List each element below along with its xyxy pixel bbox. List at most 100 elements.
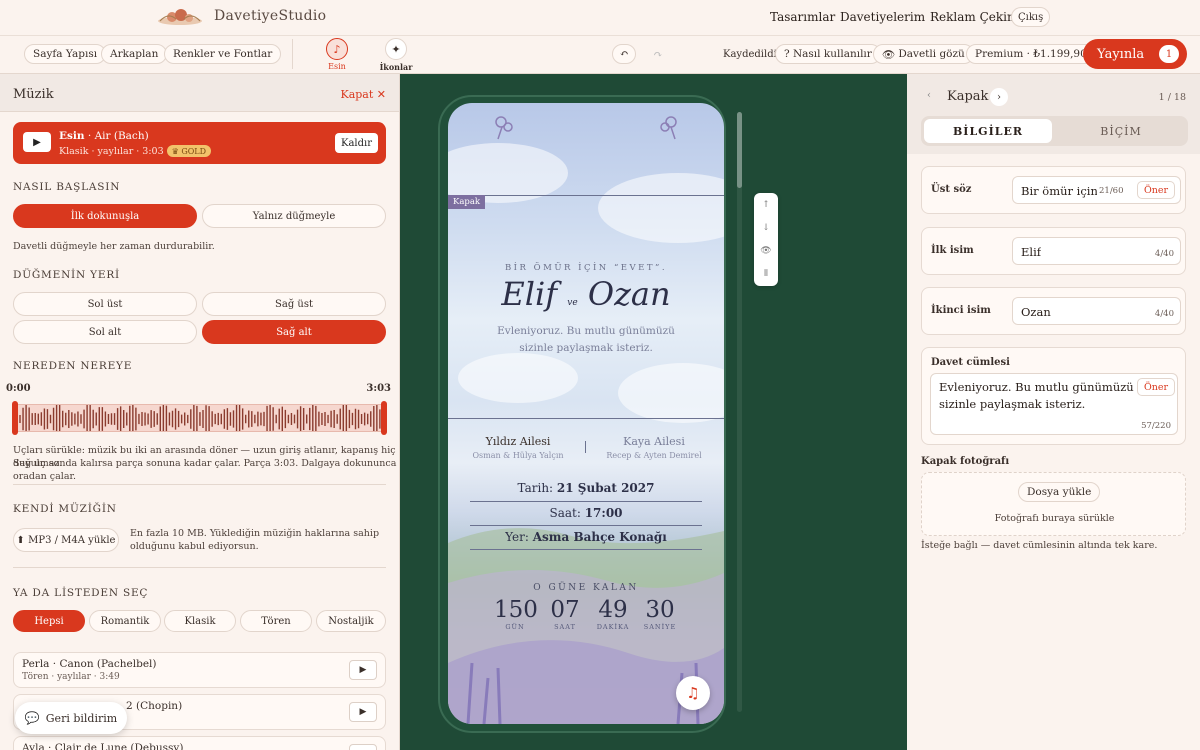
colors-fonts-button[interactable]: Renkler ve Fontlar — [164, 44, 282, 64]
first-name-input[interactable]: Elif 4/40 — [1012, 237, 1181, 265]
drag-handle-icon[interactable]: ⦀ — [754, 262, 778, 285]
countdown-minutes: 49 DAKİKA — [596, 597, 630, 631]
feedback-label: Geri bildirim — [45, 711, 118, 725]
filter-nostalgic-chip[interactable]: Nostaljik — [316, 610, 386, 632]
preview-scrollbar[interactable] — [737, 112, 742, 712]
dropzone-hint: Fotoğrafı buraya sürükle — [994, 513, 1115, 524]
guest-view-label: Davetli gözü — [898, 48, 965, 60]
esin-tool[interactable]: ♪ Esin — [320, 38, 354, 71]
tab-info[interactable]: BİLGİLER — [924, 119, 1052, 143]
scrollbar-thumb[interactable] — [737, 112, 742, 188]
icons-label: İkonlar — [379, 62, 413, 72]
publish-button[interactable]: Yayınla 1 — [1083, 39, 1187, 69]
play-icon[interactable]: ▶ — [23, 132, 51, 152]
countdown-title: O GÜNE KALAN — [533, 583, 639, 593]
chevron-left-icon[interactable]: ‹ — [927, 90, 931, 101]
filter-romantic-chip[interactable]: Romantik — [89, 610, 161, 632]
hills-icon — [448, 528, 724, 724]
upload-file-button[interactable]: Dosya yükle — [1018, 482, 1101, 502]
top-bar: DavetiyeStudio Tasarımlar Davetiyelerim … — [0, 0, 1200, 36]
list-item[interactable]: Perla · Canon (Pachelbel) Tören · yaylıl… — [13, 652, 386, 688]
photo-note: İsteğe bağlı — davet cümlesinin altında … — [921, 540, 1158, 551]
section-tools: ↑ ↓ 👁 ⦀ — [754, 193, 778, 286]
logout-button[interactable]: Çıkış — [1011, 7, 1051, 27]
sparkle-icon: ✦ — [385, 38, 407, 60]
icons-tool[interactable]: ✦ İkonlar — [379, 38, 413, 72]
premium-button[interactable]: Premium · ₺1.199,90 — [966, 44, 1096, 64]
start-first-touch-option[interactable]: İlk dokunuşla — [13, 204, 197, 228]
play-icon[interactable]: ▶ — [349, 702, 377, 722]
floral-logo-icon — [158, 9, 202, 25]
crown-icon: ♛ — [171, 146, 179, 156]
countdown-seconds: 30 SANİYE — [643, 597, 677, 631]
filter-classic-chip[interactable]: Klasik — [164, 610, 236, 632]
suggest-button[interactable]: Öner — [1137, 181, 1176, 199]
second-name-input[interactable]: Ozan 4/40 — [1012, 297, 1181, 325]
field-invite-message: Davet cümlesi Evleniyoruz. Bu mutlu günü… — [921, 347, 1186, 445]
couple-names: Elif ve Ozan — [501, 275, 671, 313]
editor-toolbar: Sayfa Yapısı Arkaplan Renkler ve Fontlar… — [0, 36, 1200, 74]
start-button-only-option[interactable]: Yalnız düğmeyle — [202, 204, 386, 228]
divider — [13, 484, 386, 485]
song-title: Perla · Canon (Pachelbel) — [22, 658, 157, 670]
background-button[interactable]: Arkaplan — [101, 44, 168, 64]
waveform-icon — [19, 405, 384, 431]
close-panel-button[interactable]: Kapat ✕ — [340, 88, 386, 101]
field-label: Davet cümlesi — [931, 357, 1010, 368]
song-title: 2 (Chopin) — [126, 700, 183, 712]
chevron-right-icon[interactable]: › — [990, 88, 1008, 106]
own-music-section-title: KENDİ MÜZİĞİN — [13, 503, 117, 515]
redo-icon[interactable]: ↷ — [646, 44, 670, 64]
move-up-icon[interactable]: ↑ — [754, 193, 778, 216]
guest-view-button[interactable]: 👁 Davetli gözü — [873, 44, 974, 64]
play-icon[interactable]: ▶ — [349, 744, 377, 750]
section-border — [448, 195, 724, 196]
nav-invites[interactable]: Davetiyelerim — [840, 10, 925, 24]
rose-icon — [495, 116, 513, 140]
properties-header: ‹ Kapak › 1 / 18 BİLGİLER BİÇİM — [907, 74, 1200, 154]
page-layout-button[interactable]: Sayfa Yapısı — [24, 44, 107, 64]
how-to-button[interactable]: ? Nasıl kullanılır — [775, 44, 881, 64]
now-playing-title: Esin · Air (Bach) — [59, 130, 149, 142]
position-bottom-right[interactable]: Sağ alt — [202, 320, 386, 344]
invite-pretitle: BİR ÖMÜR İÇİN “EVET”. — [504, 263, 668, 273]
filter-all-chip[interactable]: Hepsi — [13, 610, 85, 632]
suggest-button[interactable]: Öner — [1137, 378, 1176, 396]
range-start-handle[interactable] — [12, 401, 18, 435]
top-text-input[interactable]: Bir ömür için “ 21/60 Öner — [1012, 176, 1181, 204]
list-section-title: YA DA LİSTEDEN SEÇ — [13, 587, 149, 599]
filter-ceremony-chip[interactable]: Tören — [240, 610, 312, 632]
photo-dropzone[interactable]: Dosya yükle Fotoğrafı buraya sürükle — [921, 472, 1186, 536]
invite-message-textarea[interactable]: Evleniyoruz. Bu mutlu günümüzü sizinle p… — [930, 373, 1178, 435]
preview-canvas: Kapak BİR ÖMÜR İÇİN “EVET”. Elif ve Ozan… — [400, 74, 907, 750]
song-title: Ayla · Clair de Lune (Debussy) — [22, 742, 184, 750]
page-indicator: 1 / 18 — [1158, 92, 1186, 103]
nav-designs[interactable]: Tasarımlar — [770, 10, 835, 24]
nav-ads[interactable]: Reklam Çekimi — [930, 10, 1022, 24]
phone-frame: Kapak BİR ÖMÜR İÇİN “EVET”. Elif ve Ozan… — [438, 95, 726, 733]
brand-name[interactable]: DavetiyeStudio — [214, 8, 326, 24]
remove-music-button[interactable]: Kaldır — [334, 133, 378, 153]
song-meta: Tören · yaylılar · 3:49 — [22, 672, 120, 682]
music-toggle-icon[interactable]: ♫ — [676, 676, 710, 710]
feedback-button[interactable]: 💬 Geri bildirim — [15, 702, 127, 734]
undo-icon[interactable]: ↶ — [612, 44, 636, 64]
list-item[interactable]: Ayla · Clair de Lune (Debussy) ▶ — [13, 736, 386, 750]
position-top-right[interactable]: Sağ üst — [202, 292, 386, 316]
waveform-track[interactable] — [13, 404, 387, 432]
tab-format[interactable]: BİÇİM — [1057, 119, 1185, 143]
start-section-title: NASIL BAŞLASIN — [13, 181, 121, 193]
field-first-name: İlk isim Elif 4/40 — [921, 227, 1186, 275]
upload-music-button[interactable]: ⬆ MP3 / M4A yükle — [13, 528, 119, 552]
position-bottom-left[interactable]: Sol alt — [13, 320, 197, 344]
eye-icon[interactable]: 👁 — [754, 239, 778, 262]
photo-section-title: Kapak fotoğrafı — [921, 456, 1010, 467]
properties-tabs: BİLGİLER BİÇİM — [921, 116, 1188, 146]
position-top-left[interactable]: Sol üst — [13, 292, 197, 316]
range-end-handle[interactable] — [381, 401, 387, 435]
toolbar-divider — [292, 39, 293, 69]
move-down-icon[interactable]: ↓ — [754, 216, 778, 239]
play-icon[interactable]: ▶ — [349, 660, 377, 680]
invite-message: Evleniyoruz. Bu mutlu günümüzü sizinle p… — [497, 325, 675, 354]
invitation-preview[interactable]: Kapak BİR ÖMÜR İÇİN “EVET”. Elif ve Ozan… — [448, 103, 724, 724]
